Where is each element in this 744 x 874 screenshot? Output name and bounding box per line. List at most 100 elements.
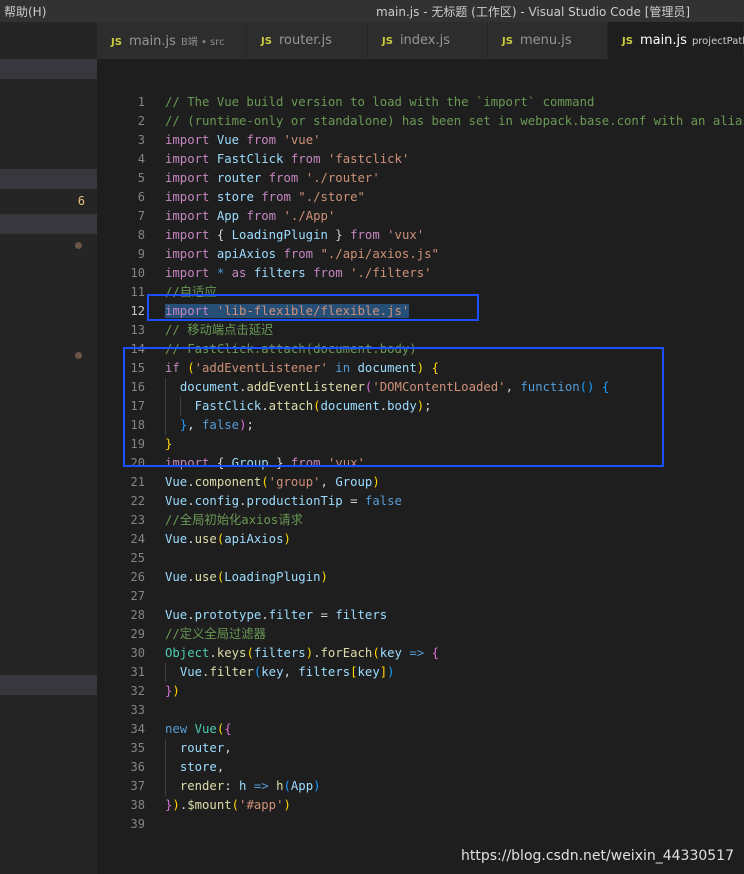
line-number: 9 [137, 247, 145, 261]
js-file-icon: JS [111, 37, 122, 48]
code-line[interactable]: import FastClick from 'fastclick' [165, 150, 744, 169]
code-line[interactable]: import App from './App' [165, 207, 744, 226]
code-token: , [320, 475, 336, 489]
tab-router-js[interactable]: JS router.js [247, 22, 368, 59]
code-line[interactable]: import { LoadingPlugin } from 'vux' [165, 226, 744, 245]
code-line[interactable]: // (runtime-only or standalone) has been… [165, 112, 744, 131]
code-line[interactable]: //定义全局过滤器 [165, 625, 744, 644]
code-token: router [179, 741, 225, 755]
code-text: new Vue({ [165, 722, 232, 736]
code-token: use [194, 532, 217, 546]
code-token: ( [246, 646, 254, 660]
line-number: 5 [137, 171, 145, 185]
tab-main-js-src[interactable]: JS main.js B端 • src [97, 22, 247, 59]
code-line[interactable]: Vue.prototype.filter = filters [165, 606, 744, 625]
code-text: Vue.component('group', Group) [165, 475, 380, 489]
code-token: component [194, 475, 262, 489]
code-text: Vue.use(LoadingPlugin) [165, 570, 328, 584]
code-token: ) [320, 570, 328, 584]
code-token: new [165, 722, 188, 736]
code-line[interactable]: //全局初始化axios请求 [165, 511, 744, 530]
code-line[interactable]: import apiAxios from "./api/axios.js" [165, 245, 744, 264]
code-token: key [261, 665, 284, 679]
sidebar-item[interactable] [0, 214, 97, 234]
line-number: 12 [130, 304, 145, 318]
js-file-icon: JS [622, 36, 633, 47]
code-line[interactable] [165, 701, 744, 720]
indent-guide [165, 663, 166, 682]
code-line[interactable]: import store from "./store" [165, 188, 744, 207]
highlight-box-flexible-import [147, 294, 479, 321]
code-line[interactable]: // 移动端点击延迟 [165, 321, 744, 340]
line-number: 4 [137, 152, 145, 166]
code-line[interactable]: Vue.use(LoadingPlugin) [165, 568, 744, 587]
code-token: = [313, 608, 336, 622]
line-number: 25 [130, 551, 145, 565]
code-token: . [187, 532, 195, 546]
tab-main-js-project[interactable]: JS main.js projectPath [608, 22, 744, 59]
code-line[interactable]: }).$mount('#app') [165, 796, 744, 815]
tab-menu-js[interactable]: JS menu.js [488, 22, 608, 59]
code-line[interactable]: import * as filters from './filters' [165, 264, 744, 283]
code-text: import router from './router' [165, 171, 380, 185]
code-text: Vue.prototype.filter = filters [165, 608, 387, 622]
code-line[interactable]: Object.keys(filters).forEach(key => { [165, 644, 744, 663]
code-token: , [224, 741, 232, 755]
code-token: Vue [194, 722, 217, 736]
code-token: . [187, 570, 195, 584]
sidebar-section-header[interactable] [0, 59, 97, 79]
code-line[interactable]: new Vue({ [165, 720, 744, 739]
code-text: Vue.config.productionTip = false [165, 494, 402, 508]
title-bar: 帮助(H) main.js - 无标题 (工作区) - Visual Studi… [0, 0, 744, 22]
code-text: import FastClick from 'fastclick' [165, 152, 409, 166]
code-line[interactable]: Vue.component('group', Group) [165, 473, 744, 492]
code-token: render [179, 779, 225, 793]
code-text: // 移动端点击延迟 [165, 323, 273, 337]
code-text: import Vue from 'vue' [165, 133, 321, 147]
code-text: import * as filters from './filters' [165, 266, 432, 280]
code-line[interactable]: store, [165, 758, 744, 777]
code-token: ( [261, 475, 269, 489]
code-text: render: h => h(App) [165, 779, 321, 793]
code-token: Vue [165, 494, 188, 508]
menu-help[interactable]: 帮助(H) [4, 3, 46, 20]
code-token: './App' [283, 209, 336, 223]
code-line[interactable]: Vue.filter(key, filters[key]) [165, 663, 744, 682]
line-number: 37 [130, 779, 145, 793]
code-line[interactable]: import Vue from 'vue' [165, 131, 744, 150]
tab-index-js[interactable]: JS index.js [368, 22, 488, 59]
code-text: }) [165, 684, 180, 698]
code-token: { [216, 228, 232, 242]
code-token: . [261, 608, 269, 622]
code-token: ( [283, 779, 291, 793]
code-token: Object [165, 646, 210, 660]
code-line[interactable]: }) [165, 682, 744, 701]
code-text: //定义全局过滤器 [165, 627, 266, 641]
code-line[interactable]: Vue.use(apiAxios) [165, 530, 744, 549]
sidebar-item-selected[interactable] [0, 169, 97, 189]
code-line[interactable]: // The Vue build version to load with th… [165, 93, 744, 112]
code-text: Object.keys(filters).forEach(key => { [165, 646, 439, 660]
code-text: Vue.filter(key, filters[key]) [165, 665, 395, 679]
line-number: 39 [130, 817, 145, 831]
code-token: router [216, 171, 262, 185]
code-line[interactable] [165, 587, 744, 606]
code-token: '#app' [239, 798, 284, 812]
code-line[interactable] [165, 549, 744, 568]
code-line[interactable] [165, 815, 744, 834]
code-line[interactable]: router, [165, 739, 744, 758]
code-line[interactable]: Vue.config.productionTip = false [165, 492, 744, 511]
editor-tabs: JS main.js B端 • src JS router.js JS index.js… [97, 22, 744, 59]
code-token: keys [216, 646, 247, 660]
modified-dot-icon [75, 352, 82, 359]
code-line[interactable]: render: h => h(App) [165, 777, 744, 796]
sidebar-item[interactable] [0, 675, 97, 695]
code-line[interactable]: import router from './router' [165, 169, 744, 188]
code-token: filters [298, 665, 351, 679]
